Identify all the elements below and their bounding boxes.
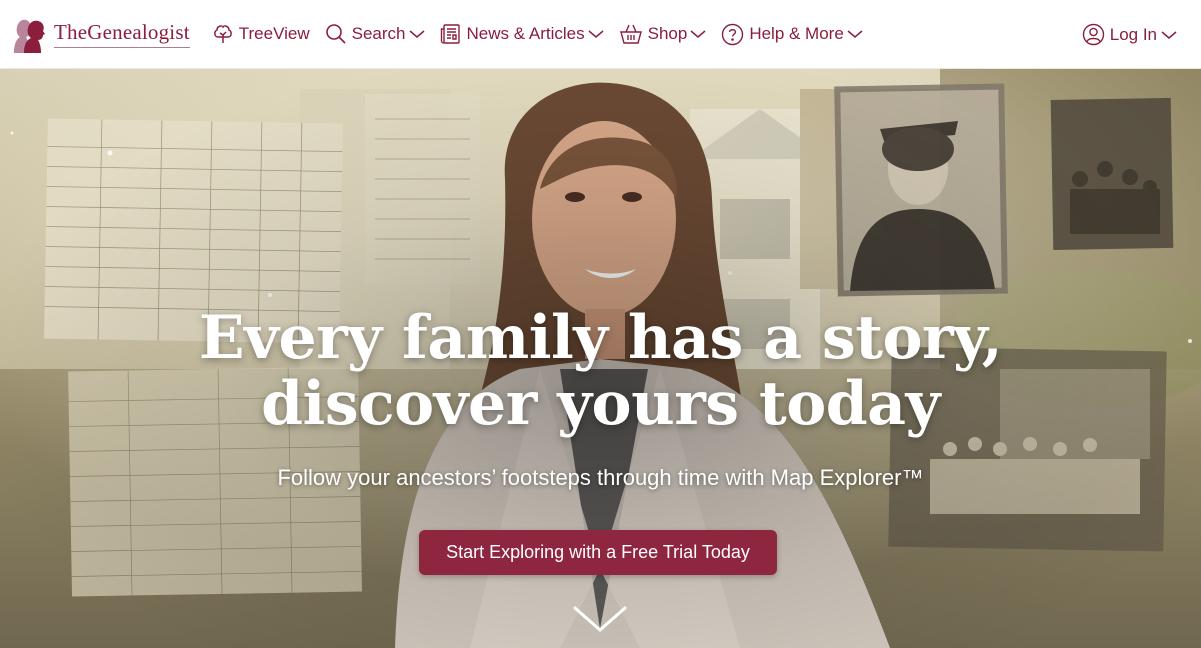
chevron-down-icon — [409, 29, 425, 39]
chevron-down-icon — [1161, 30, 1177, 40]
nav-item-news-articles[interactable]: News & Articles — [440, 14, 604, 54]
newspaper-icon — [440, 23, 462, 45]
nav-label: TreeView — [238, 24, 310, 43]
brand-name: TheGenealogist — [54, 20, 190, 48]
nav-item-help-more[interactable]: Help & More — [721, 14, 863, 54]
main-nav: TreeView Search News & Articles Shop Hel… — [212, 0, 878, 69]
login-label: Log In — [1109, 24, 1157, 44]
site-header: TheGenealogist TreeView Search News & Ar… — [0, 0, 1201, 69]
hero-headline-line-1: Every family has a story, — [198, 303, 1003, 373]
hero-banner: Every family has a story, discover yours… — [0, 69, 1201, 648]
hero-headline: Every family has a story, discover yours… — [0, 305, 1201, 437]
chevron-down-icon — [847, 29, 863, 39]
basket-icon — [619, 23, 643, 45]
user-icon — [1082, 23, 1105, 46]
tree-icon — [212, 23, 234, 45]
hero-subheadline: Follow your ancestors’ footsteps through… — [277, 465, 924, 490]
nav-item-search[interactable]: Search — [325, 14, 425, 54]
hero-headline-line-2: discover yours today — [261, 369, 940, 439]
nav-label: Search — [351, 24, 406, 43]
silhouette-profiles-icon — [14, 19, 45, 53]
chevron-down-icon — [690, 29, 706, 39]
nav-label: Help & More — [749, 24, 844, 43]
chevron-down-icon[interactable] — [572, 604, 628, 639]
site-logo[interactable]: TheGenealogist — [8, 0, 190, 69]
nav-item-treeview[interactable]: TreeView — [212, 14, 310, 54]
help-icon — [721, 23, 744, 46]
login-button[interactable]: Log In — [1082, 0, 1177, 69]
nav-item-shop[interactable]: Shop — [619, 14, 707, 54]
search-icon — [325, 23, 347, 45]
free-trial-button[interactable]: Start Exploring with a Free Trial Today — [419, 530, 777, 575]
chevron-down-icon — [588, 29, 604, 39]
nav-label: Shop — [647, 24, 688, 43]
nav-label: News & Articles — [466, 24, 585, 43]
